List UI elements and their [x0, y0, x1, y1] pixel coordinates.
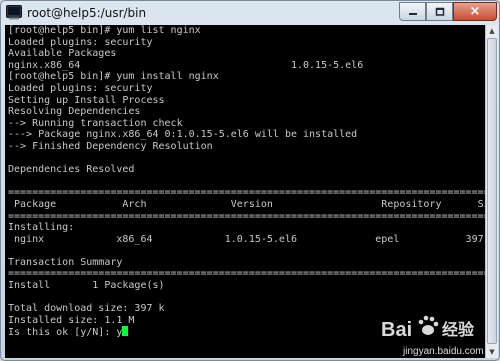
text-cursor: [122, 326, 129, 337]
terminal-line: Total download size: 397 k: [8, 303, 165, 315]
terminal-line: [root@help5 bin]# yum list nginx: [8, 25, 201, 36]
terminal-line: ========================================…: [8, 268, 485, 280]
terminal-line: nginx x86_64 1.0.15-5.el6 epel 397 k: [8, 233, 485, 245]
terminal-window: root@help5:/usr/bin × [root@help5 bin]# …: [0, 0, 500, 361]
terminal-line: Transaction Summary: [8, 256, 123, 268]
scroll-up-arrow-icon[interactable]: ▲: [486, 25, 498, 37]
terminal-line: Available Packages: [8, 48, 117, 60]
prompt-text: Is this ok [y/N]:: [8, 327, 117, 339]
window-title: root@help5:/usr/bin: [27, 6, 147, 20]
window-controls: ×: [399, 2, 497, 22]
terminal-line: --> Finished Dependency Resolution: [8, 140, 213, 152]
terminal-output[interactable]: [root@help5 bin]# yum list nginx Loaded …: [5, 25, 485, 358]
terminal-line: [root@help5 bin]# yum install nginx: [8, 71, 219, 83]
terminal-line: Installing:: [8, 222, 75, 234]
terminal-line: ---> Package nginx.x86_64 0:1.0.15-5.el6…: [8, 129, 358, 141]
terminal-line: --> Running transaction check: [8, 117, 183, 129]
terminal-line: Package Arch Version Repository Size: [8, 198, 485, 210]
minimize-icon: [408, 12, 417, 15]
scrollbar-thumb[interactable]: [487, 38, 497, 344]
minimize-button[interactable]: [399, 2, 426, 21]
terminal-line: Loaded plugins: security: [8, 82, 153, 94]
terminal-app-icon[interactable]: [6, 5, 22, 20]
close-button[interactable]: ×: [453, 2, 497, 21]
close-icon: ×: [469, 4, 481, 19]
maximize-button[interactable]: [426, 2, 453, 21]
terminal-text: [root@help5 bin]# yum list nginx Loaded …: [8, 25, 485, 339]
terminal-line: Resolving Dependencies: [8, 106, 141, 118]
terminal-line: ========================================…: [8, 210, 485, 222]
maximize-icon: [435, 7, 444, 16]
scroll-down-arrow-icon[interactable]: ▼: [486, 346, 498, 358]
terminal-line: Dependencies Resolved: [8, 164, 135, 176]
title-bar[interactable]: root@help5:/usr/bin ×: [1, 1, 499, 25]
terminal-line: Installed size: 1.1 M: [8, 314, 135, 326]
terminal-line: nginx.x86_64 1.0.15-5.el6 epel: [8, 59, 364, 71]
vertical-scrollbar[interactable]: ▲ ▼: [485, 25, 498, 358]
terminal-line: Install 1 Package(s): [8, 280, 165, 292]
terminal-line: Setting up Install Process: [8, 94, 165, 106]
terminal-line: Loaded plugins: security: [8, 36, 153, 48]
terminal-line: ========================================…: [8, 187, 485, 199]
